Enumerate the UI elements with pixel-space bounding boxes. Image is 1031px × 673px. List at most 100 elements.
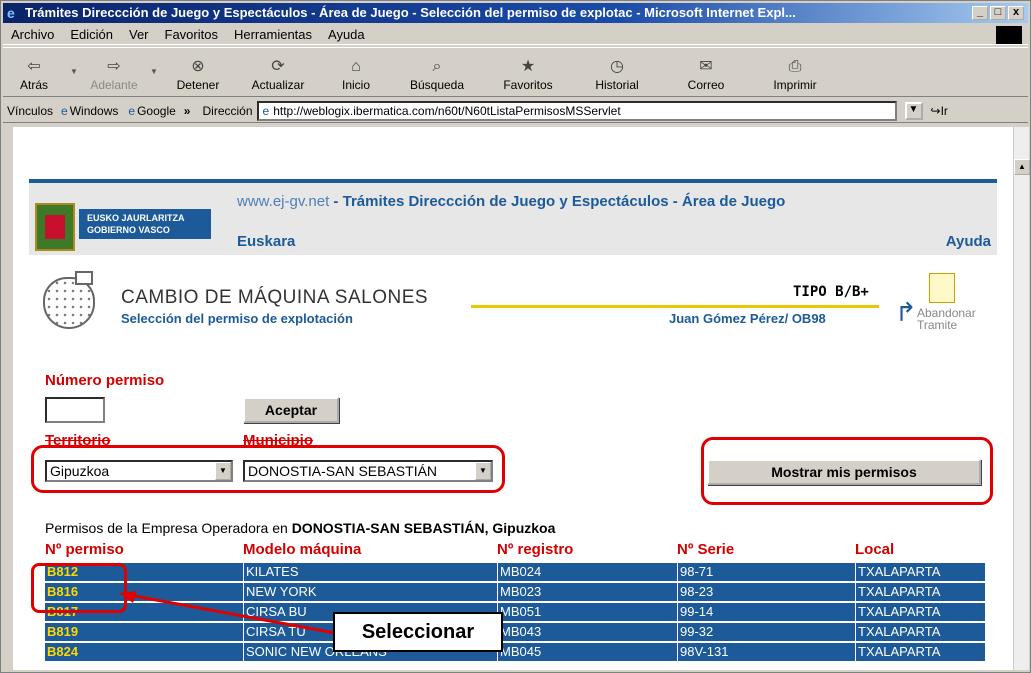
- windows-logo-icon: [996, 26, 1022, 44]
- mail-label: Correo: [687, 78, 725, 92]
- minimize-button[interactable]: _: [972, 6, 988, 20]
- td-registro: MB045: [497, 643, 677, 661]
- search-button[interactable]: ⌕ Búsqueda: [389, 48, 485, 96]
- history-icon: ◷: [610, 58, 624, 75]
- scroll-up-icon[interactable]: ▲: [1014, 159, 1030, 175]
- td-local: TXALAPARTA: [855, 643, 985, 661]
- abandonar-tramite-button[interactable]: ↱ Abandonar Tramite: [895, 273, 995, 337]
- th-local: Local: [855, 541, 895, 558]
- euskara-link[interactable]: Euskara: [237, 233, 295, 250]
- link-windows[interactable]: Windows: [70, 104, 119, 118]
- td-local: TXALAPARTA: [855, 623, 985, 641]
- arrow-head: [119, 591, 137, 603]
- section-subtitle: Selección del permiso de explotación: [121, 311, 353, 326]
- ayuda-link[interactable]: Ayuda: [946, 233, 991, 250]
- back-label: Atrás: [19, 78, 48, 92]
- th-registro: Nº registro: [497, 541, 574, 558]
- ie-page-icon: e: [128, 103, 136, 118]
- menu-edicion[interactable]: Edición: [62, 27, 121, 42]
- td-modelo: KILATES: [243, 563, 497, 581]
- window-titlebar: e Trámites Direccción de Juego y Espectá…: [3, 3, 1028, 23]
- td-local: TXALAPARTA: [855, 603, 985, 621]
- table-row: B812 KILATES MB024 98-71 TXALAPARTA: [45, 563, 985, 581]
- numero-permiso-label: Número permiso: [45, 372, 165, 389]
- browser-window: e Trámites Direccción de Juego y Espectá…: [0, 0, 1031, 673]
- arrow-shaft: [128, 593, 336, 635]
- window-title: Trámites Direccción de Juego y Espectácu…: [25, 5, 796, 20]
- stop-label: Detener: [176, 78, 220, 92]
- site-heading: Trámites Direccción de Juego y Espectácu…: [342, 193, 786, 210]
- menu-bar: Archivo Edición Ver Favoritos Herramient…: [3, 25, 1028, 45]
- home-icon: ⌂: [351, 58, 361, 75]
- go-arrow-icon: ↪: [930, 103, 941, 118]
- forward-label: Adelante: [90, 78, 138, 92]
- favorites-button[interactable]: ★ Favoritos: [485, 48, 571, 96]
- forward-button[interactable]: ⇨ Adelante: [83, 48, 145, 96]
- print-button[interactable]: ⎙ Imprimir: [749, 48, 841, 96]
- maximize-button[interactable]: □: [990, 6, 1006, 20]
- td-local: TXALAPARTA: [855, 563, 985, 581]
- home-label: Inicio: [341, 78, 370, 92]
- refresh-label: Actualizar: [251, 78, 305, 92]
- history-button[interactable]: ◷ Historial: [571, 48, 663, 96]
- highlight-mostrar-button: [701, 437, 993, 505]
- back-button[interactable]: ⇦ Atrás: [3, 48, 65, 96]
- basque-crest-logo: [35, 203, 75, 251]
- toolbar: ⇦ Atrás ▼ ⇨ Adelante ▼ ⊗ Detener ⟳ Actua…: [3, 47, 1028, 97]
- refresh-button[interactable]: ⟳ Actualizar: [233, 48, 323, 96]
- ie-page-icon: e: [61, 103, 68, 118]
- td-serie: 98-71: [677, 563, 855, 581]
- permits-location: DONOSTIA-SAN SEBASTIÁN, Gipuzkoa: [291, 520, 556, 536]
- menu-ayuda[interactable]: Ayuda: [320, 27, 373, 42]
- seleccionar-callout: Seleccionar: [333, 612, 503, 652]
- search-label: Búsqueda: [409, 78, 465, 92]
- site-url[interactable]: www.ej-gv.net: [237, 193, 329, 210]
- back-dropdown-icon[interactable]: ▼: [65, 48, 83, 96]
- menu-herramientas[interactable]: Herramientas: [226, 27, 320, 42]
- address-url: http://weblogix.ibermatica.com/n60t/N60t…: [273, 103, 621, 118]
- user-label: Juan Gómez Pérez/ OB98: [669, 311, 826, 326]
- menu-archivo[interactable]: Archivo: [3, 27, 62, 42]
- tipo-label: TIPO B/B+: [793, 284, 869, 300]
- th-numero: Nº permiso: [45, 541, 124, 558]
- menu-favoritos[interactable]: Favoritos: [157, 27, 226, 42]
- td-registro: MB051: [497, 603, 677, 621]
- td-registro: MB023: [497, 583, 677, 601]
- address-dropdown-icon[interactable]: ▼: [904, 101, 923, 120]
- address-bar: Vínculos e Windows e Google » Dirección …: [3, 99, 1028, 123]
- curved-arrow-icon: ↱: [895, 297, 917, 327]
- td-serie: 99-32: [677, 623, 855, 641]
- mail-icon: ✉: [699, 58, 713, 75]
- pointer-arrow: [119, 591, 336, 635]
- menu-ver[interactable]: Ver: [121, 27, 157, 42]
- vertical-scrollbar[interactable]: ▲: [1013, 127, 1030, 670]
- link-google[interactable]: Google: [137, 104, 176, 118]
- th-serie: Nº Serie: [677, 541, 735, 558]
- back-icon: ⇦: [27, 58, 41, 75]
- td-registro: MB043: [497, 623, 677, 641]
- ie-icon: e: [7, 5, 15, 21]
- td-serie: 98V-131: [677, 643, 855, 661]
- page-content: EUSKO JAURLARITZA GOBIERNO VASCO www.ej-…: [13, 127, 1013, 670]
- permits-intro: Permisos de la Empresa Operadora en DONO…: [45, 520, 556, 536]
- close-button[interactable]: x: [1008, 6, 1024, 20]
- td-serie: 99-14: [677, 603, 855, 621]
- favorites-icon: ★: [520, 58, 536, 75]
- address-input[interactable]: e http://weblogix.ibermatica.com/n60t/N6…: [256, 100, 897, 121]
- highlight-selects: [31, 445, 505, 493]
- stop-button[interactable]: ⊗ Detener: [163, 48, 233, 96]
- print-icon: ⎙: [788, 58, 802, 75]
- strawberry-icon: [43, 271, 95, 329]
- address-label: Dirección: [202, 103, 253, 118]
- td-registro: MB024: [497, 563, 677, 581]
- numero-permiso-input[interactable]: [45, 397, 105, 423]
- ie-page-icon: e: [262, 103, 270, 118]
- links-more-icon[interactable]: »: [184, 104, 191, 118]
- home-button[interactable]: ⌂ Inicio: [323, 48, 389, 96]
- aceptar-button[interactable]: Aceptar: [243, 397, 339, 423]
- mail-button[interactable]: ✉ Correo: [663, 48, 749, 96]
- refresh-icon: ⟳: [271, 58, 285, 75]
- gobierno-vasco-logo: EUSKO JAURLARITZA GOBIERNO VASCO: [79, 209, 211, 239]
- forward-dropdown-icon[interactable]: ▼: [145, 48, 163, 96]
- go-button[interactable]: ↪Ir: [931, 104, 948, 118]
